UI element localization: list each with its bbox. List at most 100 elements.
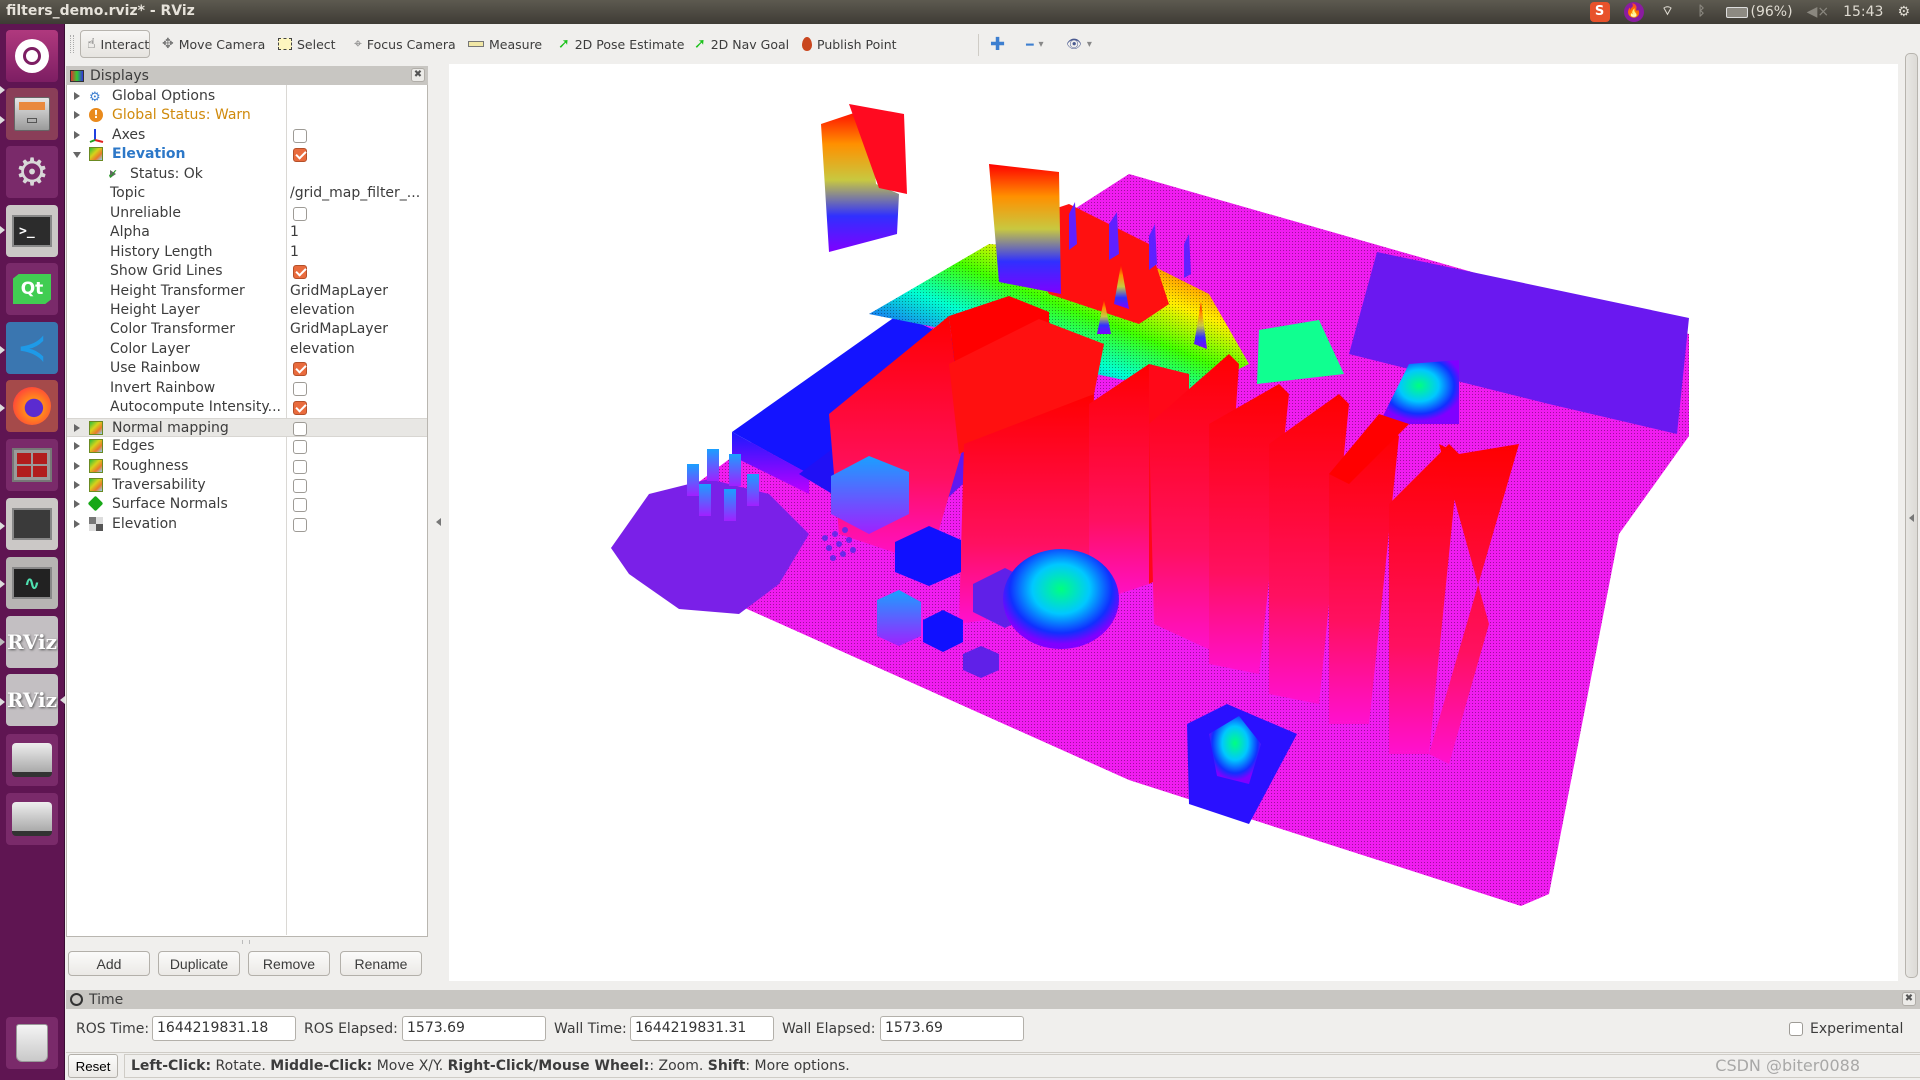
- battery-indicator[interactable]: (96%): [1725, 4, 1793, 20]
- 3d-render-viewport[interactable]: [449, 64, 1898, 981]
- add-display-button[interactable]: Add: [68, 951, 150, 976]
- tool-interact-button[interactable]: ☝ Interact: [80, 30, 150, 58]
- toolbar-grip[interactable]: [70, 35, 74, 53]
- property-row[interactable]: Height Transformer GridMapLayer: [67, 282, 427, 301]
- property-row[interactable]: Invert Rainbow: [67, 379, 427, 398]
- close-icon[interactable]: ✖: [411, 68, 425, 82]
- left-splitter-handle[interactable]: [432, 64, 447, 980]
- expand-arrow-icon[interactable]: [74, 481, 80, 489]
- tool-publish-point-button[interactable]: Publish Point: [796, 30, 903, 58]
- tool-2d-pose-estimate-button[interactable]: ➚ 2D Pose Estimate: [552, 30, 690, 58]
- enable-checkbox[interactable]: [293, 459, 307, 474]
- property-row[interactable]: Height Layer elevation: [67, 301, 427, 320]
- enable-checkbox[interactable]: [293, 265, 307, 280]
- enable-checkbox[interactable]: [293, 381, 307, 396]
- display-tree-item[interactable]: ⚙ Global Options: [67, 87, 427, 106]
- display-tree-item[interactable]: Normal mapping: [67, 417, 427, 437]
- wall-elapsed-field[interactable]: 1573.69: [880, 1016, 1024, 1041]
- launcher-drive-1[interactable]: [6, 734, 58, 786]
- expand-arrow-icon[interactable]: [74, 130, 80, 139]
- display-tree-item[interactable]: Axes: [67, 126, 427, 145]
- launcher-terminator[interactable]: [6, 439, 58, 491]
- launcher-system-settings[interactable]: ⚙: [6, 146, 58, 198]
- resize-grip[interactable]: [242, 940, 250, 944]
- clock[interactable]: 15:43: [1843, 4, 1883, 20]
- property-row[interactable]: Show Grid Lines: [67, 262, 427, 281]
- property-row[interactable]: Color Transformer GridMapLayer: [67, 320, 427, 339]
- launcher-rviz-1[interactable]: RViz: [6, 616, 58, 668]
- launcher-terminal[interactable]: >_: [6, 205, 58, 257]
- display-tree-item[interactable]: Traversability: [67, 476, 427, 495]
- power-gear-icon[interactable]: ⚙: [1897, 4, 1910, 20]
- right-splitter-handle[interactable]: [1905, 53, 1918, 978]
- flame-app-icon[interactable]: 🔥: [1623, 2, 1644, 22]
- launcher-rviz-2[interactable]: RViz: [6, 674, 58, 726]
- launcher-firefox[interactable]: [6, 380, 58, 432]
- enable-checkbox[interactable]: [293, 362, 307, 377]
- display-tree-item[interactable]: Elevation: [67, 515, 427, 534]
- property-value[interactable]: GridMapLayer: [290, 282, 426, 301]
- enable-checkbox[interactable]: [293, 148, 307, 163]
- enable-checkbox[interactable]: [293, 517, 307, 532]
- view-tool-button[interactable]: 👁 ▾: [1060, 30, 1098, 58]
- duplicate-display-button[interactable]: Duplicate: [158, 951, 240, 976]
- expand-arrow-icon[interactable]: [74, 92, 80, 100]
- enable-checkbox[interactable]: [293, 498, 307, 513]
- property-row[interactable]: Autocompute Intensity...: [67, 398, 427, 417]
- display-tree-item[interactable]: Surface Normals: [67, 495, 427, 514]
- display-tree-item[interactable]: Edges: [67, 437, 427, 456]
- expand-arrow-icon[interactable]: [74, 519, 80, 528]
- display-tree-item[interactable]: ✓ Status: Ok: [67, 165, 427, 184]
- tool-2d-nav-goal-button[interactable]: ➚ 2D Nav Goal: [688, 30, 795, 58]
- enable-checkbox[interactable]: [293, 128, 307, 143]
- experimental-checkbox[interactable]: [1789, 1022, 1803, 1036]
- display-tree-item[interactable]: ! Global Status: Warn: [67, 106, 427, 125]
- ros-time-field[interactable]: 1644219831.18: [152, 1016, 296, 1041]
- display-tree-item[interactable]: Roughness: [67, 457, 427, 476]
- launcher-trash[interactable]: [6, 1017, 58, 1069]
- property-value[interactable]: elevation: [290, 340, 426, 359]
- property-value[interactable]: 1: [290, 223, 426, 242]
- tool-focus-camera-button[interactable]: ⌖ Focus Camera: [348, 30, 462, 58]
- wifi-icon[interactable]: ⌔: [1658, 2, 1678, 22]
- expand-arrow-icon[interactable]: [74, 442, 80, 451]
- remove-tool-button[interactable]: ━ ▾: [1020, 30, 1050, 58]
- launcher-vscode[interactable]: ≺: [6, 322, 58, 374]
- property-value[interactable]: GridMapLayer: [290, 320, 426, 339]
- expand-arrow-icon[interactable]: [74, 111, 80, 120]
- wall-time-field[interactable]: 1644219831.31: [630, 1016, 774, 1041]
- property-value[interactable]: elevation: [290, 301, 426, 320]
- property-row[interactable]: History Length 1: [67, 243, 427, 262]
- reset-button[interactable]: Reset: [68, 1054, 118, 1078]
- display-tree-item[interactable]: Elevation: [67, 145, 427, 164]
- property-value[interactable]: /grid_map_filter_...: [290, 184, 426, 203]
- ros-elapsed-field[interactable]: 1573.69: [402, 1016, 546, 1041]
- expand-arrow-icon[interactable]: [74, 461, 80, 470]
- expand-arrow-icon[interactable]: [74, 500, 80, 509]
- property-value[interactable]: 1: [290, 243, 426, 262]
- launcher-qt-creator[interactable]: Qt: [6, 263, 58, 315]
- property-row[interactable]: Color Layer elevation: [67, 340, 427, 359]
- enable-checkbox[interactable]: [293, 401, 307, 416]
- tool-measure-button[interactable]: Measure: [462, 30, 548, 58]
- tool-move-camera-button[interactable]: ✥ Move Camera: [156, 30, 271, 58]
- add-tool-button[interactable]: ✚: [984, 30, 1011, 58]
- launcher-files[interactable]: [6, 88, 58, 140]
- sogou-input-icon[interactable]: S: [1589, 2, 1610, 22]
- launcher-ubuntu-dash[interactable]: [6, 30, 58, 82]
- bluetooth-icon[interactable]: ᛒ: [1692, 2, 1712, 22]
- expand-arrow-icon[interactable]: [74, 423, 80, 432]
- tool-select-button[interactable]: Select: [272, 30, 342, 58]
- enable-checkbox[interactable]: [293, 421, 307, 436]
- collapse-arrow-icon[interactable]: [73, 152, 81, 159]
- launcher-screen[interactable]: [6, 498, 58, 550]
- volume-muted-icon[interactable]: ◀×: [1807, 4, 1830, 20]
- enable-checkbox[interactable]: [293, 479, 307, 493]
- launcher-drive-2[interactable]: [6, 793, 58, 845]
- property-row[interactable]: Alpha 1: [67, 223, 427, 242]
- remove-display-button[interactable]: Remove: [248, 951, 330, 976]
- rename-display-button[interactable]: Rename: [340, 951, 422, 976]
- property-row[interactable]: Topic/grid_map_filter_...: [67, 184, 427, 203]
- property-row[interactable]: Unreliable: [67, 204, 427, 223]
- launcher-system-monitor[interactable]: ∿: [6, 557, 58, 609]
